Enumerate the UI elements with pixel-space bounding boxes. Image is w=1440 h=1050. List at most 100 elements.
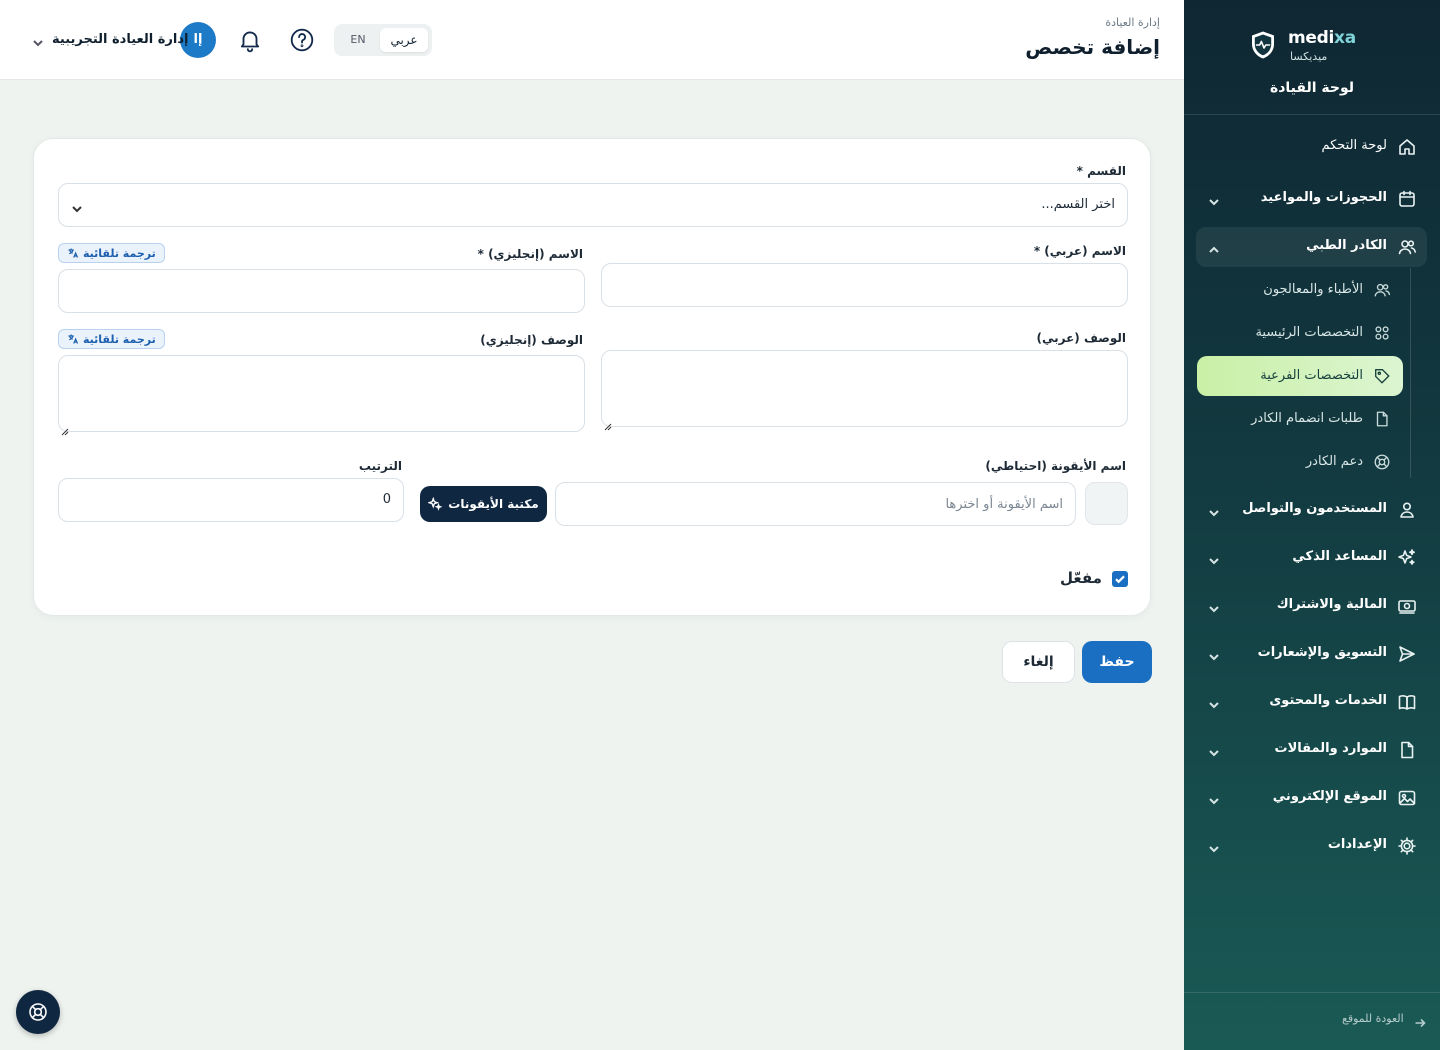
sparkles-icon <box>428 497 443 511</box>
translate-icon <box>68 248 79 258</box>
arrow-right-icon[interactable] <box>1414 1014 1426 1028</box>
chevron-down-icon <box>1208 648 1220 661</box>
chevron-down-icon <box>1208 696 1220 709</box>
icon-library-button[interactable]: مكتبة الأيقونات <box>420 486 547 522</box>
name-en-input[interactable] <box>58 269 585 313</box>
chevron-down-icon <box>1208 504 1220 517</box>
sidebar-subitem-label: التخصصات الرئيسية <box>1255 325 1363 340</box>
users-icon <box>1397 237 1417 257</box>
breadcrumb[interactable]: إدارة العيادة <box>1105 16 1160 29</box>
sidebar-subitem-label: الأطباء والمعالجون <box>1263 282 1363 297</box>
sidebar-subitem-sub-specialties[interactable]: التخصصات الفرعية <box>1197 356 1403 396</box>
chevron-down-icon <box>1208 792 1220 805</box>
icon-preview <box>1085 482 1128 525</box>
auto-translate-name-button[interactable]: ترجمة تلقائية <box>58 243 165 263</box>
name-ar-input[interactable] <box>601 263 1128 307</box>
user-name[interactable]: إدارة العيادة التجريبية <box>52 32 188 47</box>
sidebar-item-settings[interactable]: الإعدادات <box>1196 826 1427 866</box>
users-icon <box>1373 281 1391 299</box>
auto-translate-label: ترجمة تلقائية <box>83 246 156 260</box>
back-to-site-link[interactable]: العودة للموقع <box>1342 1012 1404 1025</box>
chevron-down-icon <box>1208 744 1220 757</box>
support-float-button[interactable] <box>16 990 60 1034</box>
sidebar-item-services[interactable]: الخدمات والمحتوى <box>1196 682 1427 722</box>
lang-ar-option[interactable]: عربي <box>380 28 428 52</box>
order-label: الترتيب <box>358 459 402 473</box>
translate-icon <box>68 334 79 344</box>
icon-name-label: اسم الأيقونة (احتياطي) <box>985 459 1126 473</box>
sidebar-item-label: المالية والاشتراك <box>1276 597 1387 612</box>
icon-library-label: مكتبة الأيقونات <box>448 497 539 511</box>
brand-name-en: medixa <box>1288 28 1356 48</box>
brand-logo[interactable]: medixa ميديكسا <box>1184 28 1440 68</box>
calendar-icon <box>1397 189 1417 209</box>
sidebar-item-label: المساعد الذكي <box>1292 549 1387 564</box>
sidebar-item-medical-staff[interactable]: الكادر الطبي <box>1196 227 1427 267</box>
sidebar-subitem-doctors[interactable]: الأطباء والمعالجون <box>1197 270 1403 310</box>
enabled-checkbox[interactable] <box>1112 571 1128 587</box>
auto-translate-label: ترجمة تلقائية <box>83 332 156 346</box>
tag-icon <box>1373 367 1391 385</box>
sidebar-item-users[interactable]: المستخدمون والتواصل <box>1196 490 1427 530</box>
auto-translate-desc-button[interactable]: ترجمة تلقائية <box>58 329 165 349</box>
sidebar-item-resources[interactable]: الموارد والمقالات <box>1196 730 1427 770</box>
name-ar-label: الاسم (عربي) * <box>1033 244 1126 258</box>
desc-ar-textarea[interactable] <box>601 350 1128 431</box>
sidebar-subitem-label: التخصصات الفرعية <box>1260 368 1363 383</box>
chevron-down-icon <box>1208 600 1220 613</box>
user-icon <box>1397 500 1417 520</box>
desc-en-label: الوصف (إنجليزي) <box>480 333 583 347</box>
sidebar-item-finance[interactable]: المالية والاشتراك <box>1196 586 1427 626</box>
icon-name-placeholder: اسم الأيقونة أو اخترها <box>945 497 1063 512</box>
specialty-form-card: القسم * اختر القسم... الاسم (عربي) * الا… <box>33 138 1151 616</box>
section-select[interactable]: اختر القسم... <box>58 183 1128 227</box>
desc-ar-label: الوصف (عربي) <box>1036 331 1126 345</box>
resize-handle-icon[interactable] <box>604 416 612 431</box>
sidebar: medixa ميديكسا لوحة القيادة لوحة التحكم … <box>1184 0 1440 1050</box>
top-header: إدارة العيادة إضافة تخصص عربي EN إا إدار… <box>0 0 1184 80</box>
icon-name-input[interactable]: اسم الأيقونة أو اخترها <box>555 482 1076 526</box>
sidebar-item-label: الموارد والمقالات <box>1274 741 1387 756</box>
section-select-value: اختر القسم... <box>1041 197 1115 212</box>
divider <box>1184 992 1440 993</box>
sidebar-item-dashboard[interactable]: لوحة التحكم <box>1196 127 1427 167</box>
sidebar-subitem-join-requests[interactable]: طلبات انضمام الكادر <box>1197 399 1403 439</box>
cancel-button[interactable]: إلغاء <box>1002 641 1075 683</box>
brand-name-en-b: xa <box>1334 28 1356 48</box>
chevron-down-icon <box>1208 840 1220 853</box>
brand-name-en-a: medi <box>1288 28 1335 48</box>
save-button[interactable]: حفظ <box>1082 641 1152 683</box>
sidebar-item-label: التسويق والإشعارات <box>1257 645 1387 660</box>
chevron-down-icon[interactable] <box>32 34 44 47</box>
desc-en-textarea[interactable] <box>58 355 585 436</box>
file-icon <box>1397 740 1417 760</box>
home-icon <box>1397 137 1417 157</box>
lifebuoy-icon <box>1373 453 1391 471</box>
chevron-up-icon <box>1208 241 1220 253</box>
submenu-rail <box>1410 268 1411 478</box>
help-icon[interactable] <box>289 27 315 53</box>
sidebar-subitem-staff-support[interactable]: دعم الكادر <box>1197 442 1403 482</box>
sidebar-item-ai-assistant[interactable]: المساعد الذكي <box>1196 538 1427 578</box>
sidebar-item-marketing[interactable]: التسويق والإشعارات <box>1196 634 1427 674</box>
send-icon <box>1397 644 1417 664</box>
sidebar-subitem-label: دعم الكادر <box>1305 454 1363 469</box>
sidebar-title: لوحة القيادة <box>1269 80 1355 96</box>
sidebar-item-bookings[interactable]: الحجوزات والمواعيد <box>1196 179 1427 219</box>
sidebar-item-label: لوحة التحكم <box>1321 138 1387 153</box>
sidebar-subitem-label: طلبات انضمام الكادر <box>1251 411 1363 426</box>
bell-icon[interactable] <box>237 27 263 53</box>
order-input[interactable]: 0 <box>58 478 404 522</box>
sidebar-item-website[interactable]: الموقع الإلكتروني <box>1196 778 1427 818</box>
book-icon <box>1397 692 1417 712</box>
sidebar-item-label: الموقع الإلكتروني <box>1272 789 1387 804</box>
sidebar-item-label: الحجوزات والمواعيد <box>1260 190 1387 205</box>
lang-en-option[interactable]: EN <box>338 28 378 52</box>
sidebar-subitem-main-specialties[interactable]: التخصصات الرئيسية <box>1197 313 1403 353</box>
sidebar-item-label: الإعدادات <box>1327 837 1387 852</box>
file-icon <box>1373 410 1391 428</box>
enabled-label: مفعّل <box>1060 569 1102 587</box>
shield-pulse-icon <box>1252 31 1274 59</box>
resize-handle-icon[interactable] <box>61 421 69 436</box>
language-toggle: عربي EN <box>334 24 432 56</box>
